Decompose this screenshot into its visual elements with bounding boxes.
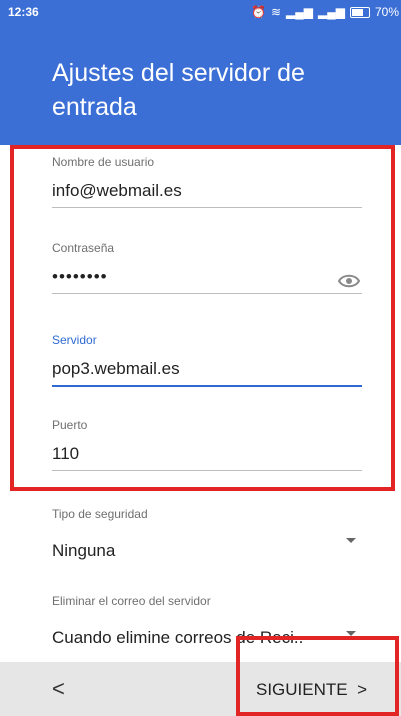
server-underline <box>52 385 362 387</box>
username-underline <box>52 207 362 208</box>
security-label: Tipo de seguridad <box>52 507 148 521</box>
delete-label: Eliminar el correo del servidor <box>52 594 211 608</box>
password-underline <box>52 293 362 294</box>
security-select[interactable]: Tipo de seguridad Ninguna <box>52 507 362 561</box>
signal-icon: ▂▄▆ <box>318 5 345 19</box>
security-value[interactable]: Ninguna <box>52 541 362 561</box>
username-label: Nombre de usuario <box>52 155 155 169</box>
status-time: 12:36 <box>8 5 39 19</box>
next-highlight-box <box>236 636 399 716</box>
signal-icon: ▂▄▆ <box>286 5 313 19</box>
port-field[interactable]: Puerto 110 <box>52 418 362 471</box>
username-input[interactable]: info@webmail.es <box>52 181 362 207</box>
port-underline <box>52 470 362 471</box>
port-label: Puerto <box>52 418 88 432</box>
username-field[interactable]: Nombre de usuario info@webmail.es <box>52 155 362 208</box>
eye-icon[interactable] <box>338 274 360 288</box>
alarm-icon: ⏰ <box>251 5 266 19</box>
server-field[interactable]: Servidor pop3.webmail.es <box>52 333 362 387</box>
battery-percent: 70% <box>374 5 399 19</box>
battery-icon <box>349 6 370 18</box>
page-title: Ajustes del servidor de entrada <box>52 59 305 121</box>
back-button[interactable]: < <box>52 676 65 702</box>
wifi-icon: ≋ <box>270 5 282 19</box>
status-bar: 12:36 ⏰ ≋ ▂▄▆ ▂▄▆ 70% <box>0 0 401 24</box>
server-label: Servidor <box>52 333 97 347</box>
password-label: Contraseña <box>52 241 115 255</box>
status-icons: ⏰ ≋ ▂▄▆ ▂▄▆ 70% <box>251 5 399 19</box>
password-input[interactable]: •••••••• <box>52 267 362 293</box>
app-bar: Ajustes del servidor de entrada <box>0 24 401 145</box>
chevron-down-icon[interactable] <box>346 538 356 543</box>
password-field[interactable]: Contraseña •••••••• <box>52 241 362 294</box>
server-input[interactable]: pop3.webmail.es <box>52 359 362 385</box>
port-input[interactable]: 110 <box>52 444 362 470</box>
